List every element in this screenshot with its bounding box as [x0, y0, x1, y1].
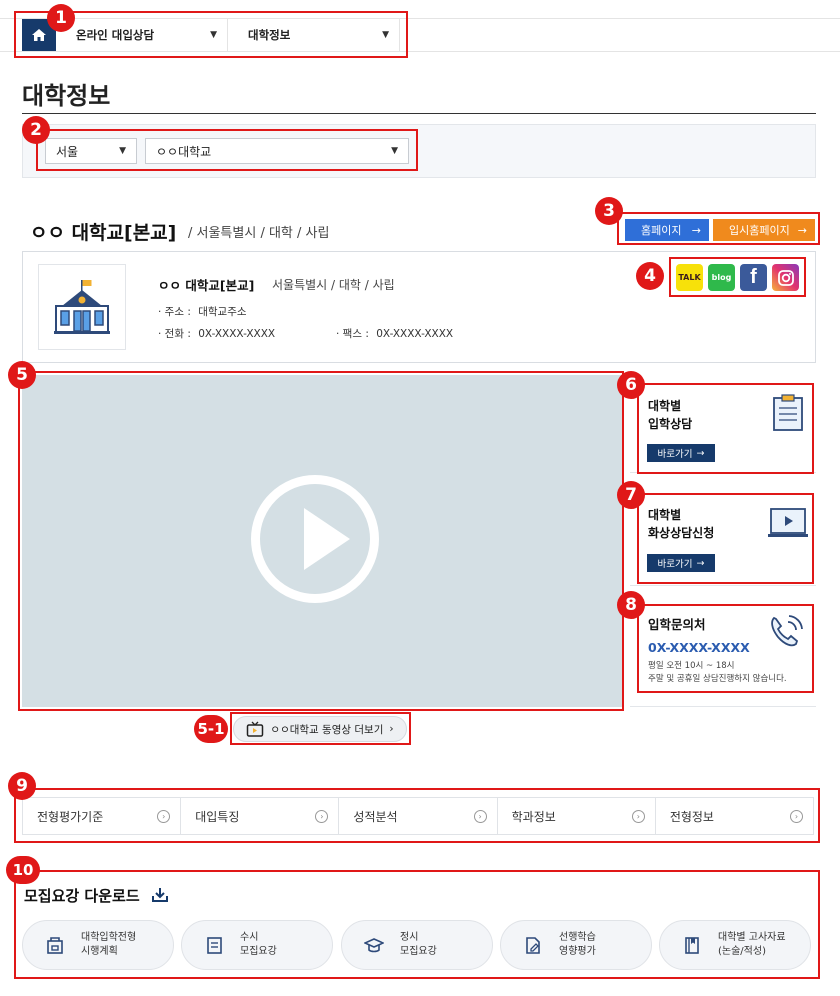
- annotation-box-sns: [669, 257, 806, 297]
- phone-label: · 전화 :: [158, 328, 191, 340]
- annotation-box-download: [14, 870, 820, 979]
- marker-badge: 5: [8, 361, 36, 389]
- phone-value: 0X-XXXX-XXXX: [198, 328, 276, 340]
- university-name: ㅇㅇ 대학교[본교]: [158, 278, 255, 293]
- annotation-box-video: [18, 371, 624, 711]
- annotation-box-links: [617, 212, 820, 245]
- address-row: · 주소 : 대학교주소: [158, 304, 247, 319]
- marker-badge: 8: [617, 591, 645, 619]
- annotation-box-filter: [36, 129, 418, 171]
- fax-row: · 팩스 : 0X-XXXX-XXXX: [336, 326, 453, 341]
- marker-badge: 6: [617, 371, 645, 399]
- page-title: 대학정보: [22, 82, 111, 110]
- annotation-box-contact: [637, 604, 814, 693]
- fax-value: 0X-XXXX-XXXX: [376, 328, 454, 340]
- annotation-box-consult: [637, 383, 814, 474]
- address-value: 대학교주소: [198, 306, 247, 318]
- fax-label: · 팩스 :: [336, 328, 369, 340]
- university-logo: [38, 264, 126, 350]
- title-divider: [22, 113, 816, 114]
- university-subtitle: / 서울특별시 / 대학 / 사립: [188, 226, 330, 241]
- university-building-icon: [54, 280, 110, 334]
- marker-badge: 9: [8, 772, 36, 800]
- annotation-box-video-more: [230, 712, 411, 745]
- marker-badge: 3: [595, 197, 623, 225]
- annotation-box-tabs: [14, 788, 820, 843]
- marker-badge: 1: [47, 4, 75, 32]
- marker-badge: 10: [6, 856, 40, 884]
- university-meta: 서울특별시 / 대학 / 사립: [272, 278, 395, 292]
- annotation-box-video-consult: [637, 493, 814, 584]
- marker-badge: 7: [617, 481, 645, 509]
- marker-badge: 5-1: [194, 715, 228, 743]
- university-title: ㅇㅇ 대학교[본교]: [30, 222, 177, 244]
- marker-badge: 4: [636, 262, 664, 290]
- phone-row: · 전화 : 0X-XXXX-XXXX: [158, 326, 275, 341]
- marker-badge: 2: [22, 116, 50, 144]
- address-label: · 주소 :: [158, 306, 191, 318]
